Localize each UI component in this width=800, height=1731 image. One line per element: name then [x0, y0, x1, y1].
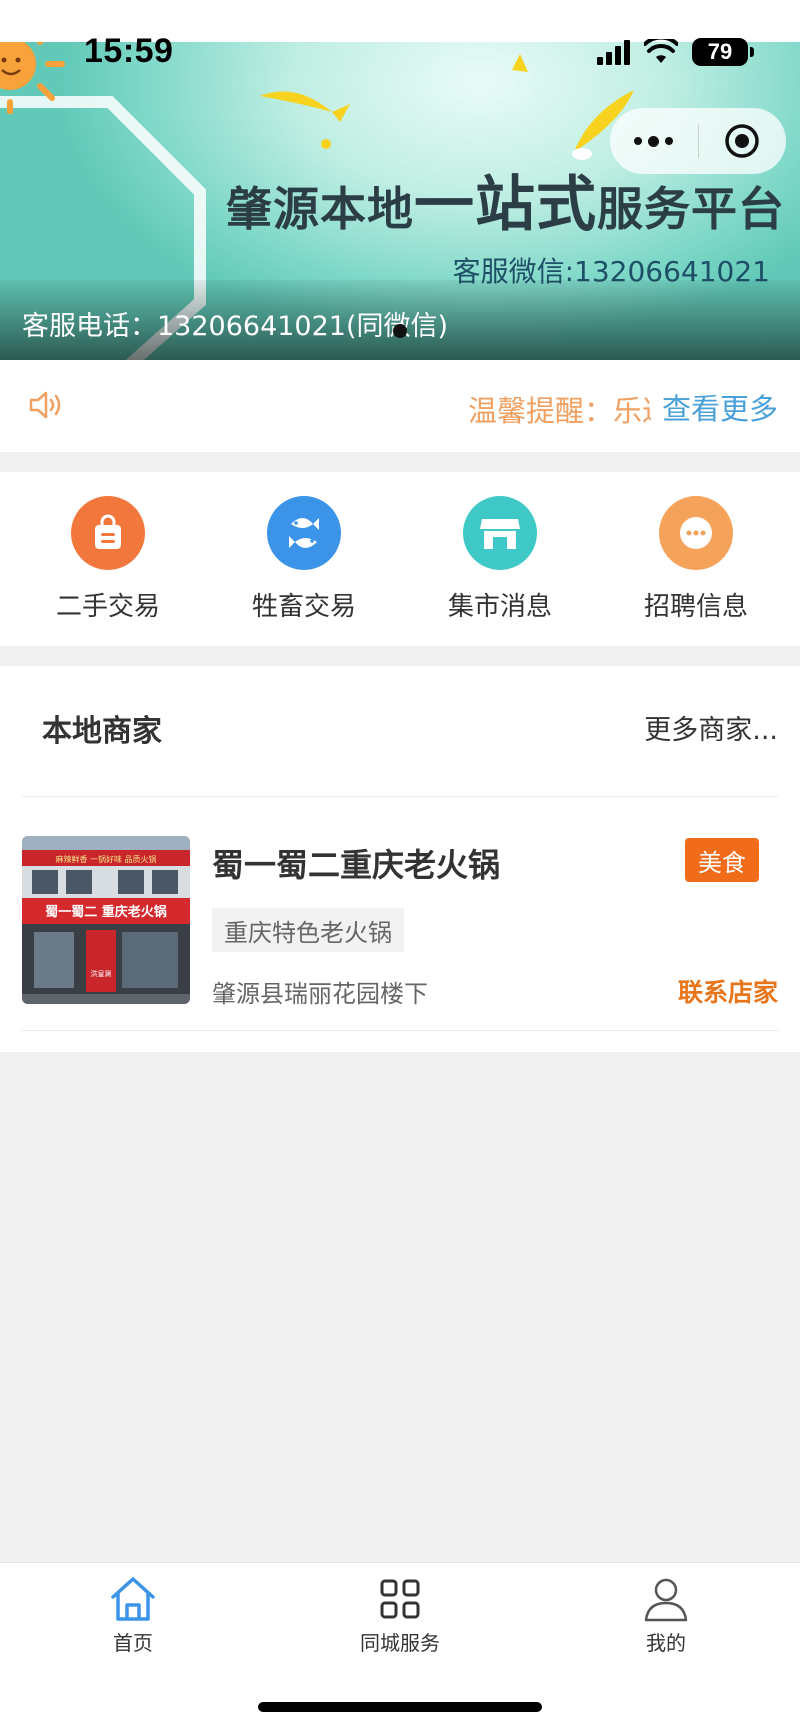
category-label: 招聘信息 — [643, 592, 748, 622]
tab-home[interactable]: 首页 — [53, 1575, 213, 1656]
dot-icon — [665, 137, 674, 145]
contact-merchant-button[interactable]: 联系店家 — [678, 973, 778, 1009]
category-jobs[interactable]: 招聘信息 — [598, 472, 794, 646]
target-icon — [725, 124, 759, 158]
tab-mine[interactable]: 我的 — [586, 1575, 746, 1656]
sun-icon — [0, 42, 65, 114]
section-title: 本地商家 — [42, 714, 162, 749]
category-label: 二手交易 — [55, 592, 160, 622]
status-icons: 79 — [597, 38, 754, 66]
battery-icon: 79 — [692, 38, 754, 66]
status-time: 15:59 — [84, 32, 174, 70]
category-grid: 二手交易 牲畜交易 集市消息 招聘信息 — [0, 472, 800, 646]
miniprogram-capsule — [610, 108, 786, 174]
category-secondhand[interactable]: 二手交易 — [10, 472, 206, 646]
more-merchants-link[interactable]: 更多商家... — [644, 708, 778, 747]
banner-caption: 客服电话：13206641021(同微信) — [22, 311, 449, 342]
wifi-icon — [644, 39, 678, 65]
chat-dots-icon — [659, 496, 733, 570]
category-tag: 美食 — [685, 838, 759, 882]
notice-more-link[interactable]: 查看更多 — [662, 386, 778, 428]
merchants-section: 本地商家 更多商家... 麻辣鲜香 一锅好味 品质火锅 蜀一蜀二 重庆老火锅 洪… — [0, 666, 800, 1052]
merchant-feature-chip: 重庆特色老火锅 — [212, 908, 404, 952]
door-text: 洪皇涮 — [91, 969, 112, 978]
category-livestock[interactable]: 牲畜交易 — [206, 472, 402, 646]
merchant-card[interactable]: 麻辣鲜香 一锅好味 品质火锅 蜀一蜀二 重庆老火锅 洪皇涮 蜀一蜀二重庆老火锅 … — [0, 796, 800, 1036]
shop-icon — [463, 496, 537, 570]
sign-main-text: 蜀一蜀二 重庆老火锅 — [45, 904, 167, 920]
merchant-address: 肇源县瑞丽花园楼下 — [212, 980, 428, 1008]
dot-icon — [648, 135, 660, 147]
dot-icon — [634, 137, 643, 145]
merchant-photo: 麻辣鲜香 一锅好味 品质火锅 蜀一蜀二 重庆老火锅 洪皇涮 — [22, 836, 190, 1004]
notice-text: 温馨提醒：乐达 — [468, 394, 651, 428]
home-indicator[interactable] — [258, 1702, 542, 1712]
notice-bar: 温馨提醒：乐达 查看更多 — [0, 360, 800, 452]
home-icon — [111, 1577, 155, 1621]
banner-carousel[interactable]: 肇源本地一站式服务平台 客服微信:13206641021 客服电话：132066… — [0, 42, 800, 360]
category-label: 牲畜交易 — [251, 592, 356, 622]
category-market[interactable]: 集市消息 — [402, 472, 598, 646]
tab-city-services[interactable]: 同城服务 — [320, 1575, 480, 1656]
grid-icon — [380, 1579, 420, 1619]
carousel-indicator-dot[interactable] — [393, 324, 407, 338]
divider — [22, 1030, 778, 1031]
merchant-name: 蜀一蜀二重庆老火锅 — [212, 846, 501, 884]
tab-label: 首页 — [113, 1631, 153, 1655]
shopping-bag-icon — [71, 496, 145, 570]
speaker-icon — [29, 391, 61, 419]
sign-top-text: 麻辣鲜香 一锅好味 品质火锅 — [55, 854, 156, 864]
close-miniprogram-button[interactable] — [699, 108, 787, 174]
more-options-button[interactable] — [610, 108, 698, 174]
fish-icon — [267, 496, 341, 570]
tab-label: 我的 — [646, 1631, 686, 1655]
category-label: 集市消息 — [447, 592, 552, 622]
leaf-decoration — [260, 91, 350, 149]
small-triangle-decoration — [512, 54, 528, 72]
user-icon — [644, 1578, 688, 1622]
tab-label: 同城服务 — [360, 1631, 440, 1655]
signal-icon — [597, 39, 630, 65]
